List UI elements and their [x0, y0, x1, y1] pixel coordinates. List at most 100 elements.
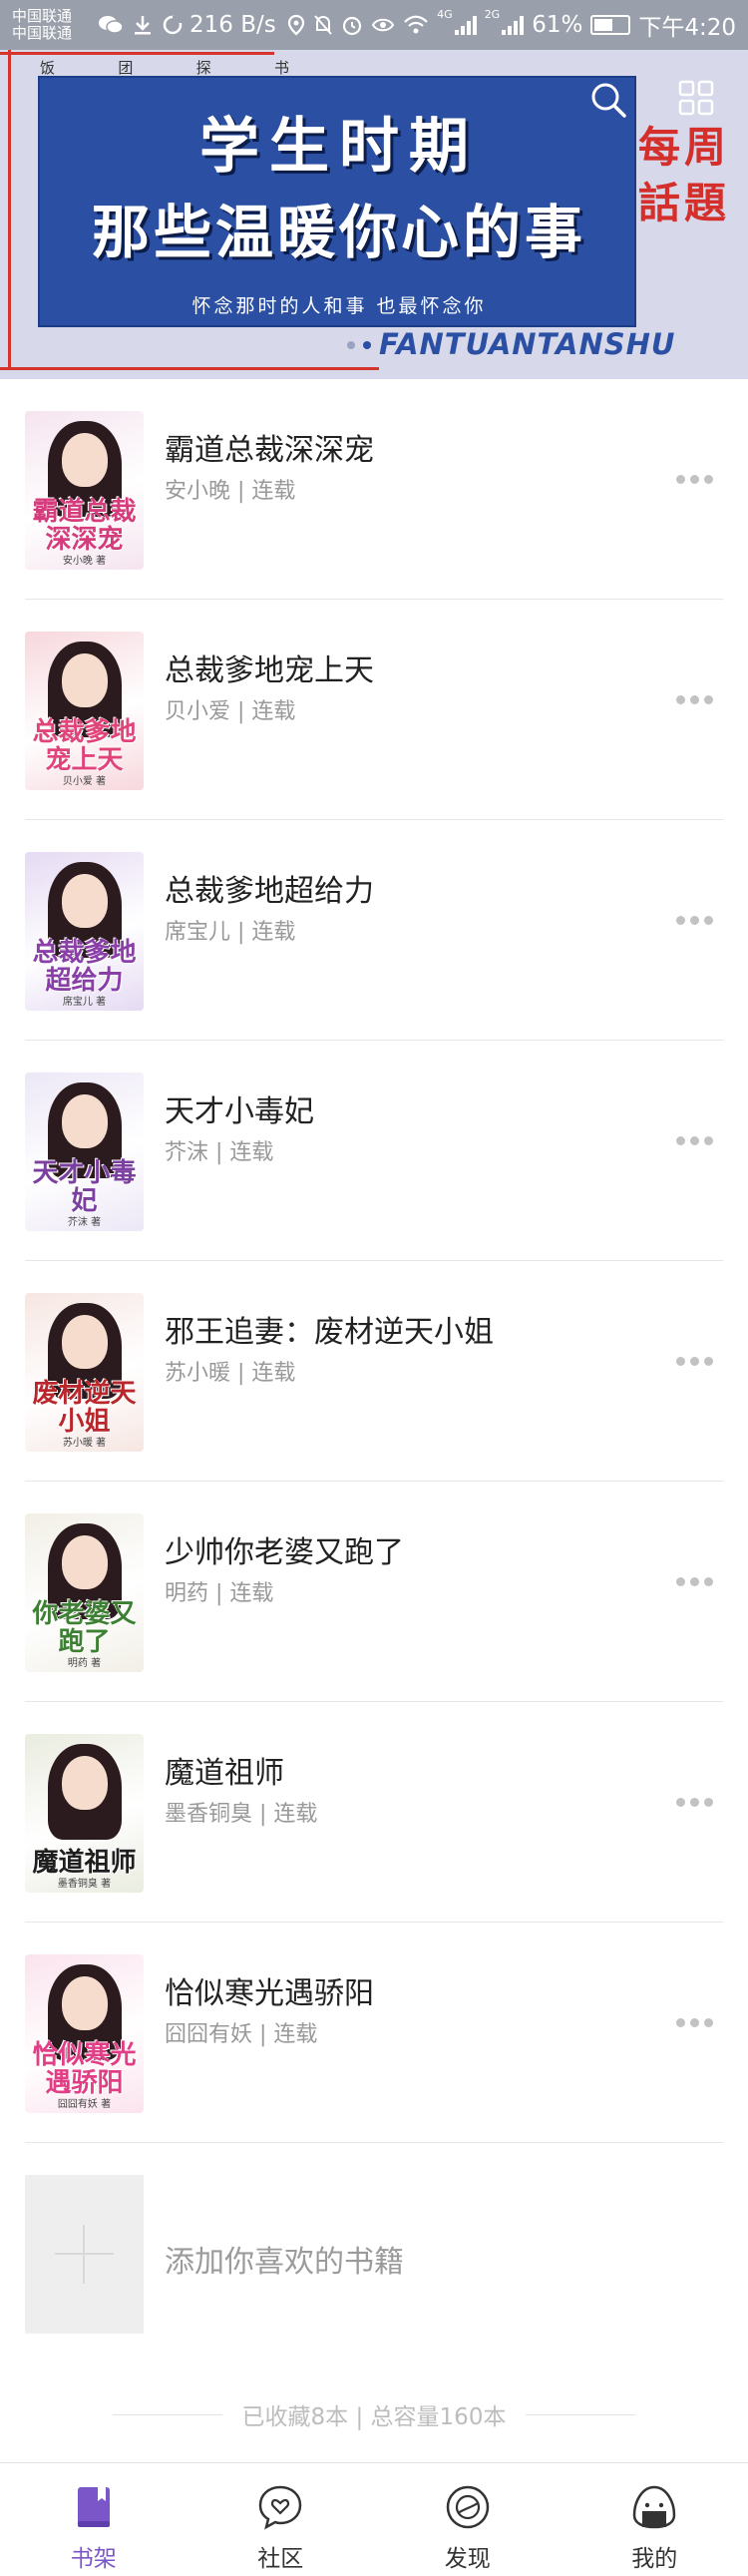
cover-title: 魔道祖师: [32, 1848, 137, 1878]
book-status: 连载: [273, 2022, 318, 2047]
banner-title-line-2: 那些温暖你心的事: [91, 199, 586, 266]
book-cover[interactable]: 霸道总裁深深宠 安小晚 著: [25, 411, 144, 570]
more-options-icon[interactable]: [676, 475, 713, 484]
mute-icon: [314, 15, 332, 35]
wifi-icon: [404, 15, 428, 34]
battery-fill: [594, 19, 613, 31]
download-icon: [135, 16, 151, 35]
cover-title: 废材逆天小姐: [32, 1379, 137, 1437]
bookshelf-list: 霸道总裁深深宠 安小晚 著霸道总裁深深宠 安小晚 | 连载 总裁爹地宠上天 贝小爱 著总…: [0, 379, 748, 2366]
network-speed: 216 B/s: [189, 12, 276, 38]
book-title[interactable]: 总裁爹地宠上天: [165, 645, 374, 689]
cover-figure-face: [61, 1976, 108, 2030]
banner-decor-line: [0, 52, 274, 55]
book-cover[interactable]: 魔道祖师 墨香铜臭 著: [25, 1734, 144, 1893]
book-item[interactable]: 废材逆天小姐 苏小暖 著邪王追妻：废材逆天小姐苏小暖 | 连载: [25, 1261, 723, 1482]
book-cover[interactable]: 总裁爹地超给力 席宝儿 著: [25, 852, 144, 1011]
more-options-icon[interactable]: [676, 1136, 713, 1145]
book-status: 连载: [229, 1581, 274, 1606]
cover-figure-face: [61, 1094, 108, 1148]
book-item[interactable]: 魔道祖师 墨香铜臭 著魔道祖师 墨香铜臭 | 连载: [25, 1702, 723, 1923]
cover-title: 总裁爹地超给力: [32, 938, 137, 996]
book-cover[interactable]: 天才小毒妃 芥沫 著: [25, 1073, 144, 1231]
tab-label: 我的: [631, 2546, 678, 2572]
battery-percent: 61%: [532, 12, 583, 38]
more-options-icon[interactable]: [676, 1577, 713, 1586]
community-icon: [258, 2485, 302, 2530]
book-title[interactable]: 邪王追妻：废材逆天小姐: [165, 1307, 494, 1351]
carrier-names: 中国联通 中国联通: [12, 8, 90, 42]
book-status: 连载: [251, 699, 296, 724]
book-title[interactable]: 恰似寒光遇骄阳: [165, 1968, 374, 2012]
tab-discover[interactable]: 发现: [374, 2463, 561, 2576]
more-options-icon[interactable]: [676, 2018, 713, 2027]
plus-icon-stem: [83, 2225, 85, 2284]
cover-title: 你老婆又跑了: [32, 1599, 137, 1657]
promo-banner[interactable]: 饭 团 探 书 学生时期 那些温暖你心的事 怀念那时的人和事 也最怀念你 每周 …: [0, 50, 748, 379]
cover-author: 明药 著: [67, 1658, 102, 1669]
status-bar: 中国联通 中国联通 216 B/s 4G 2G 61% 下午4:20: [0, 0, 748, 50]
book-title[interactable]: 天才小毒妃: [165, 1086, 314, 1130]
book-item[interactable]: 恰似寒光遇骄阳 囧囧有妖 著恰似寒光遇骄阳 囧囧有妖 | 连载: [25, 1923, 723, 2143]
more-options-icon[interactable]: [676, 1798, 713, 1807]
cover-figure-face: [61, 1535, 108, 1589]
bookshelf-summary-text: 已收藏8本 | 总容量160本: [241, 2404, 507, 2430]
bookshelf-summary: 已收藏8本 | 总容量160本: [0, 2394, 748, 2434]
book-item[interactable]: 总裁爹地超给力 席宝儿 著总裁爹地超给力 席宝儿 | 连载: [25, 820, 723, 1041]
book-item[interactable]: 霸道总裁深深宠 安小晚 著霸道总裁深深宠 安小晚 | 连载: [25, 379, 723, 600]
banner-decor-line: [8, 50, 11, 367]
book-status: 连载: [251, 920, 296, 945]
book-cover[interactable]: 恰似寒光遇骄阳 囧囧有妖 著: [25, 1954, 144, 2113]
banner-brand-characters: 饭 团 探 书: [40, 57, 289, 78]
tab-bookshelf[interactable]: 书架: [0, 2463, 187, 2576]
banner-side-label: 每周 話題: [638, 120, 743, 231]
meta-separator: |: [230, 479, 252, 504]
meta-separator: |: [230, 1361, 252, 1386]
book-meta: 墨香铜臭 | 连载: [165, 1796, 317, 1828]
banner-brand-char: 饭: [40, 59, 56, 77]
bookshelf-icon: [77, 2487, 110, 2527]
cover-author: 墨香铜臭 著: [57, 1879, 112, 1890]
book-item[interactable]: 天才小毒妃 芥沫 著天才小毒妃 芥沫 | 连载: [25, 1041, 723, 1261]
book-cover[interactable]: 你老婆又跑了 明药 著: [25, 1513, 144, 1672]
tab-profile[interactable]: 我的: [561, 2463, 748, 2576]
banner-subtitle: 怀念那时的人和事 也最怀念你: [191, 295, 487, 317]
book-status: 连载: [229, 1140, 274, 1165]
more-options-icon[interactable]: [676, 1357, 713, 1366]
book-title[interactable]: 魔道祖师: [165, 1748, 284, 1792]
more-options-icon[interactable]: [676, 695, 713, 704]
meta-separator: |: [230, 699, 252, 724]
book-item[interactable]: 你老婆又跑了 明药 著少帅你老婆又跑了 明药 | 连载: [25, 1482, 723, 1702]
bottom-tab-bar: 书架 社区 发现 我的: [0, 2462, 748, 2576]
cover-author: 芥沫 著: [67, 1217, 102, 1228]
grid-view-icon[interactable]: [678, 80, 714, 116]
search-icon[interactable]: [588, 80, 628, 120]
tab-community[interactable]: 社区: [187, 2463, 375, 2576]
banner-brand: FANTUANTANSHU: [379, 327, 676, 361]
book-item[interactable]: 总裁爹地宠上天 贝小爱 著总裁爹地宠上天 贝小爱 | 连载: [25, 600, 723, 820]
book-cover[interactable]: 总裁爹地宠上天 贝小爱 著: [25, 632, 144, 790]
eye-icon: [372, 18, 395, 32]
book-title[interactable]: 少帅你老婆又跑了: [165, 1527, 404, 1571]
more-options-icon[interactable]: [676, 916, 713, 925]
divider: [526, 2413, 636, 2415]
cover-figure-face: [61, 433, 108, 487]
carrier-name-1: 中国联通: [12, 7, 73, 25]
add-book-item[interactable]: 添加你喜欢的书籍: [25, 2143, 723, 2366]
add-book-label[interactable]: 添加你喜欢的书籍: [165, 2237, 404, 2281]
meta-separator: |: [208, 1581, 230, 1606]
banner-dots: [347, 341, 371, 349]
meta-separator: |: [252, 1802, 274, 1827]
book-title[interactable]: 总裁爹地超给力: [165, 866, 374, 910]
add-book-placeholder[interactable]: [25, 2175, 144, 2334]
cover-figure-face: [61, 874, 108, 928]
book-meta: 苏小暖 | 连载: [165, 1355, 295, 1387]
signal-icon-1: [454, 15, 477, 35]
battery-icon: [590, 15, 631, 35]
book-title[interactable]: 霸道总裁深深宠: [165, 425, 374, 469]
book-author: 苏小暖: [165, 1361, 231, 1386]
tab-label: 社区: [257, 2546, 304, 2572]
book-cover[interactable]: 废材逆天小姐 苏小暖 著: [25, 1293, 144, 1452]
alarm-icon: [343, 16, 362, 36]
cover-title: 霸道总裁深深宠: [32, 497, 137, 555]
